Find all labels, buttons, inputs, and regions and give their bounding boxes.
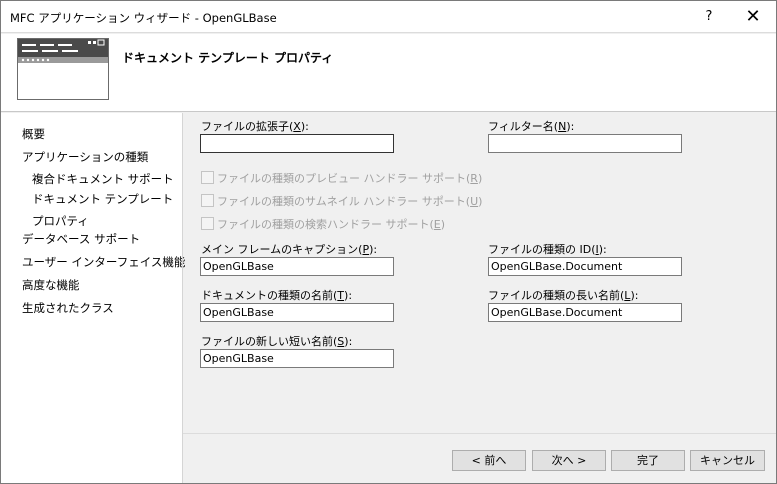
help-button[interactable]: ? — [695, 1, 723, 33]
nav-item-ui-features[interactable]: ユーザー インターフェイス機能 — [22, 254, 185, 270]
caption-label: メイン フレームのキャプション(P): — [201, 243, 378, 256]
doc-type-name-label: ドキュメントの種類の名前(T): — [201, 289, 353, 302]
file-type-long-name-input[interactable] — [488, 303, 682, 322]
checkbox-box — [201, 217, 214, 230]
filter-label: フィルター名(N): — [488, 120, 575, 133]
main-frame-caption-input[interactable] — [200, 257, 394, 276]
nav-item-overview[interactable]: 概要 — [22, 126, 45, 142]
file-type-id-input[interactable] — [488, 257, 682, 276]
long-name-label: ファイルの種類の長い名前(L): — [488, 289, 639, 302]
nav-item-app-type[interactable]: アプリケーションの種類 — [22, 149, 148, 165]
short-name-label: ファイルの新しい短い名前(S): — [201, 335, 353, 348]
cancel-button[interactable]: キャンセル — [690, 450, 765, 471]
ext-label: ファイルの拡張子(X): — [201, 120, 309, 133]
file-extension-input[interactable] — [200, 134, 394, 153]
search-handler-checkbox[interactable]: ファイルの種類の検索ハンドラー サポート(E) — [201, 216, 445, 232]
thumbnail-handler-checkbox[interactable]: ファイルの種類のサムネイル ハンドラー サポート(U) — [201, 193, 482, 209]
nav-item-compound-doc[interactable]: 複合ドキュメント サポート — [32, 171, 174, 187]
checkbox-box — [201, 171, 214, 184]
nav-item-advanced[interactable]: 高度な機能 — [22, 277, 80, 293]
next-button[interactable]: 次へ > — [532, 450, 606, 471]
finish-button[interactable]: 完了 — [611, 450, 685, 471]
file-new-short-name-input[interactable] — [200, 349, 394, 368]
window-template-icon — [17, 38, 109, 100]
button-bar: < 前へ 次へ > 完了 キャンセル — [183, 433, 776, 483]
title-bar: MFC アプリケーション ウィザード - OpenGLBase ? ✕ — [1, 1, 776, 33]
nav-divider — [182, 113, 183, 483]
window-title: MFC アプリケーション ウィザード - OpenGLBase — [10, 11, 277, 25]
preview-handler-checkbox[interactable]: ファイルの種類のプレビュー ハンドラー サポート(R) — [201, 170, 482, 186]
wizard-window: MFC アプリケーション ウィザード - OpenGLBase ? ✕ ドキュメ… — [0, 0, 777, 484]
header-banner: ドキュメント テンプレート プロパティ — [1, 34, 776, 112]
nav-item-generated-classes[interactable]: 生成されたクラス — [22, 300, 114, 316]
doc-type-name-input[interactable] — [200, 303, 394, 322]
nav-item-database[interactable]: データベース サポート — [22, 231, 140, 247]
type-id-label: ファイルの種類の ID(I): — [488, 243, 607, 256]
nav-item-doc-template[interactable]: ドキュメント テンプレート プロパティ — [32, 188, 178, 232]
prev-button[interactable]: < 前へ — [452, 450, 526, 471]
close-button[interactable]: ✕ — [733, 1, 773, 33]
checkbox-box — [201, 194, 214, 207]
page-heading: ドキュメント テンプレート プロパティ — [122, 51, 334, 65]
filter-name-input[interactable] — [488, 134, 682, 153]
wizard-nav: 概要 アプリケーションの種類 複合ドキュメント サポート ドキュメント テンプレ… — [1, 113, 185, 483]
